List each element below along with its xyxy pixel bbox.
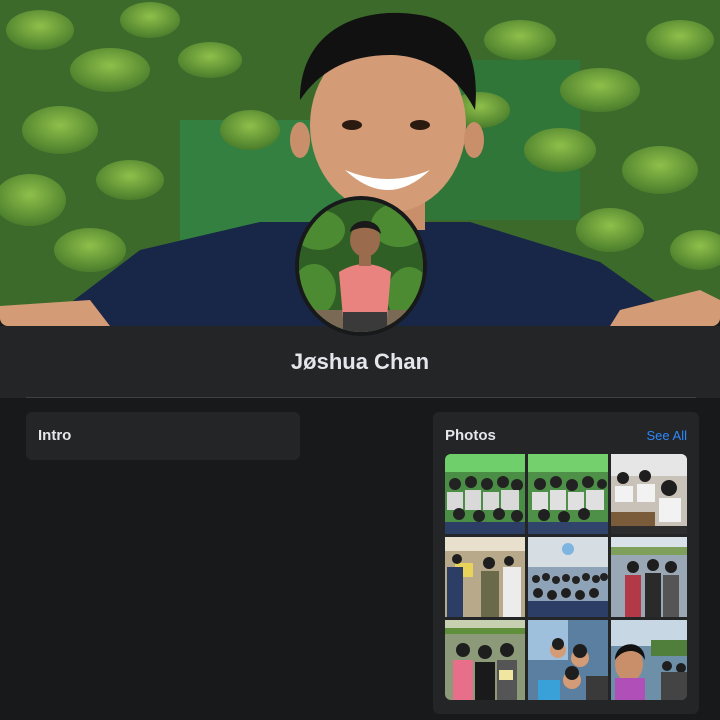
profile-name: Jøshua Chan [290,349,430,374]
profile-avatar[interactable] [295,196,427,336]
photo-thumbnail-5[interactable] [528,537,608,617]
photo-thumbnail-6[interactable] [611,537,687,617]
photo-thumbnail-4[interactable] [445,537,525,617]
photos-grid [445,454,687,700]
photo-thumbnail-7[interactable] [445,620,525,700]
see-all-photos-link[interactable]: See All [647,428,687,443]
photo-thumbnail-3[interactable] [611,454,687,534]
photo-thumbnail-2[interactable] [528,454,608,534]
photos-card: Photos See All [433,412,699,714]
intro-title: Intro [38,427,72,444]
photo-thumbnail-1[interactable] [445,454,525,534]
photos-title: Photos [445,427,496,444]
intro-card: Intro [26,412,300,460]
photo-thumbnail-8[interactable] [528,620,608,700]
photo-thumbnail-9[interactable] [611,620,687,700]
header-divider [26,397,696,398]
profile-page: Jøshua Chan Intro Photos See All [0,0,720,720]
